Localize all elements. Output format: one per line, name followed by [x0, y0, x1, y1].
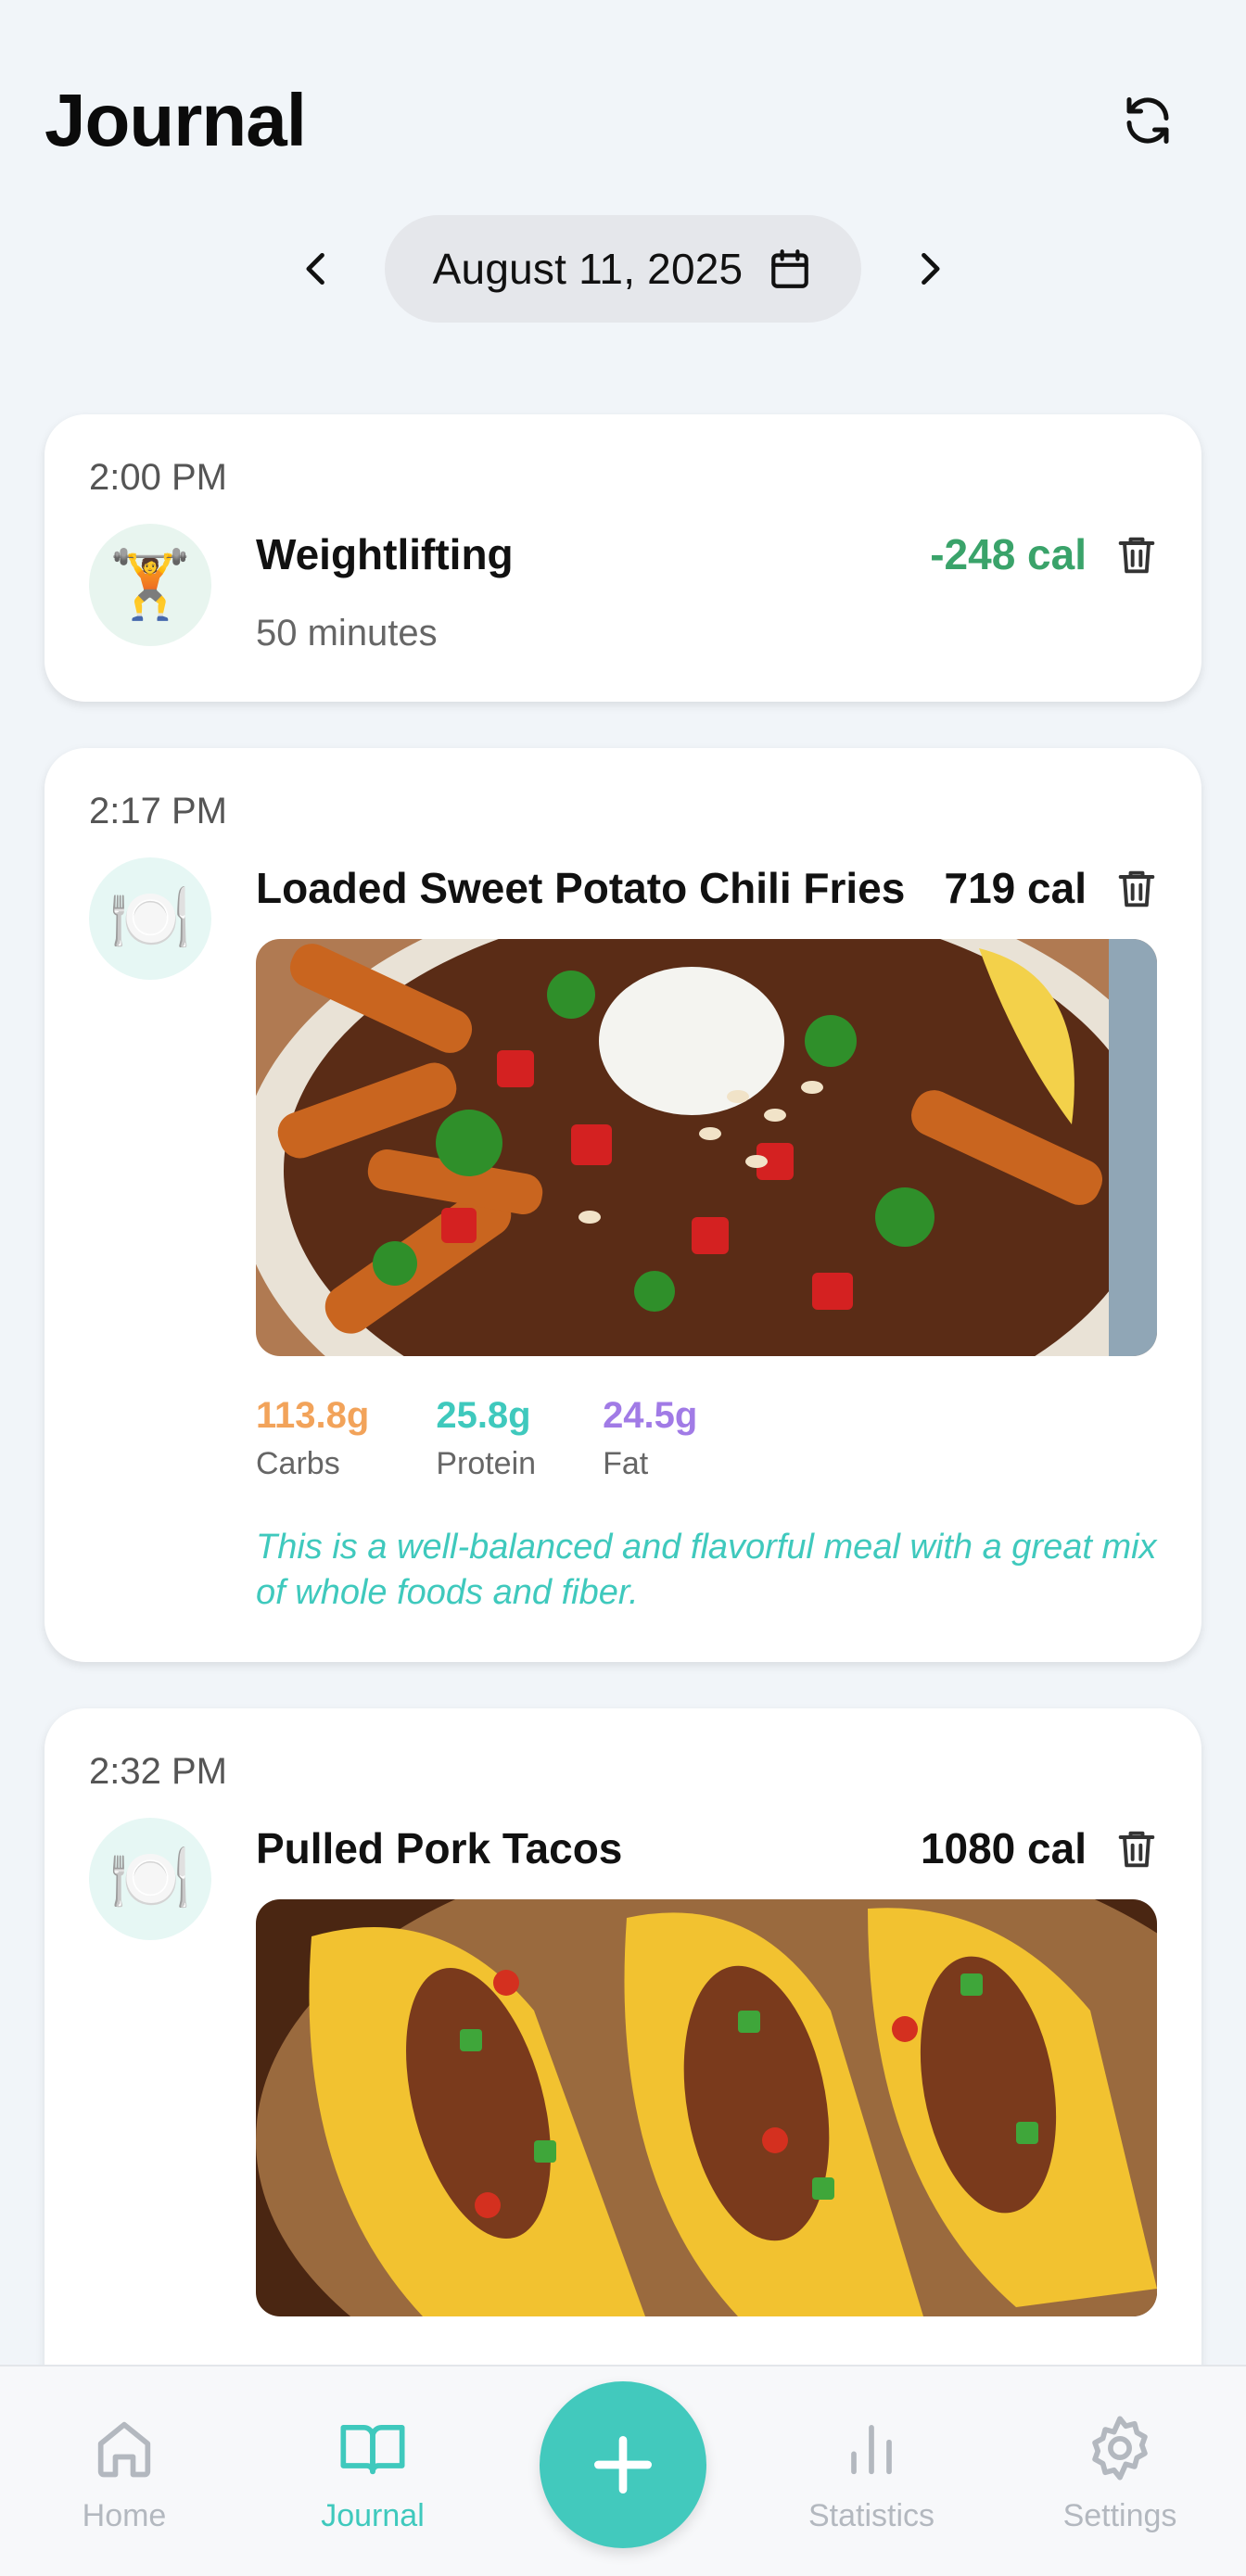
bar-chart-icon: [851, 2424, 892, 2475]
nav-settings[interactable]: Settings: [1009, 2413, 1231, 2534]
entry-time: 2:17 PM: [89, 791, 227, 831]
previous-day-button[interactable]: [285, 236, 350, 301]
delete-entry-button[interactable]: [1112, 1825, 1161, 1873]
nav-journal[interactable]: Journal: [261, 2413, 484, 2534]
trash-icon: [1118, 537, 1155, 574]
macro-fat: 24.5g Fat: [603, 1395, 697, 1482]
carbs-value: 113.8g: [256, 1395, 370, 1436]
entry-name: Loaded Sweet Potato Chili Fries: [256, 864, 906, 912]
date-switcher: August 11, 2025: [0, 215, 1246, 323]
entry-time: 2:00 PM: [89, 457, 227, 498]
meal-feedback-note: This is a well-balanced and flavorful me…: [256, 1528, 1157, 1612]
fat-label: Fat: [603, 1446, 649, 1481]
protein-value: 25.8g: [436, 1395, 531, 1436]
entry-calories: -248 cal: [930, 530, 1087, 578]
macro-carbs: 113.8g Carbs: [256, 1395, 369, 1482]
journal-screen: Journal August 11, 2025 2:00 PM 🏋️ Weigh…: [0, 0, 1246, 2576]
entry-name: Weightlifting: [256, 530, 514, 578]
nav-settings-label: Settings: [1062, 2498, 1177, 2533]
refresh-button[interactable]: [1112, 85, 1183, 156]
meal-entry-card[interactable]: 2:17 PM 🍽️ Loaded Sweet Potato Chili Fri…: [44, 748, 1202, 1662]
nav-statistics-label: Statistics: [807, 2498, 935, 2533]
carbs-label: Carbs: [256, 1446, 340, 1481]
trash-icon: [1118, 1831, 1155, 1868]
macro-protein: 25.8g Protein: [436, 1395, 536, 1482]
exercise-entry-card[interactable]: 2:00 PM 🏋️ Weightlifting -248 cal 50 min…: [44, 414, 1202, 702]
nav-home[interactable]: Home: [13, 2413, 235, 2534]
plate-cutlery-icon: 🍽️: [89, 1818, 211, 1940]
nav-journal-label: Journal: [321, 2498, 425, 2533]
trash-icon: [1118, 870, 1155, 907]
calendar-icon: [771, 249, 809, 288]
chevron-left-icon: [306, 252, 324, 286]
current-date: August 11, 2025: [432, 245, 744, 293]
delete-entry-button[interactable]: [1112, 531, 1161, 579]
page-title: Journal: [44, 79, 307, 161]
weightlifter-icon: 🏋️: [89, 524, 211, 646]
entry-calories: 719 cal: [944, 864, 1087, 912]
nav-statistics[interactable]: Statistics: [760, 2413, 983, 2534]
meal-entry-card[interactable]: 2:32 PM 🍽️ Pulled Pork Tacos 1080 cal: [44, 1708, 1202, 2450]
header: Journal: [44, 78, 1202, 171]
nav-home-label: Home: [82, 2498, 167, 2533]
delete-entry-button[interactable]: [1112, 865, 1161, 913]
entry-duration: 50 minutes: [256, 613, 438, 654]
home-icon: [97, 2421, 151, 2478]
fat-value: 24.5g: [603, 1395, 698, 1436]
next-day-button[interactable]: [896, 236, 961, 301]
entry-time: 2:32 PM: [89, 1751, 227, 1792]
plus-icon: [594, 2436, 652, 2494]
plate-cutlery-icon: 🍽️: [89, 857, 211, 980]
date-picker-button[interactable]: August 11, 2025: [384, 215, 862, 323]
gear-icon: [1092, 2416, 1148, 2481]
macros-summary: 113.8g Carbs 25.8g Protein 24.5g Fat: [256, 1395, 697, 1482]
book-open-icon: [340, 2424, 405, 2475]
meal-photo: [256, 939, 1157, 1356]
entry-calories: 1080 cal: [920, 1824, 1087, 1872]
add-entry-button[interactable]: [540, 2381, 706, 2548]
meal-photo: [256, 1899, 1157, 2316]
chevron-right-icon: [922, 252, 940, 286]
entry-name: Pulled Pork Tacos: [256, 1824, 623, 1872]
protein-label: Protein: [436, 1446, 537, 1481]
refresh-icon: [1126, 97, 1169, 144]
